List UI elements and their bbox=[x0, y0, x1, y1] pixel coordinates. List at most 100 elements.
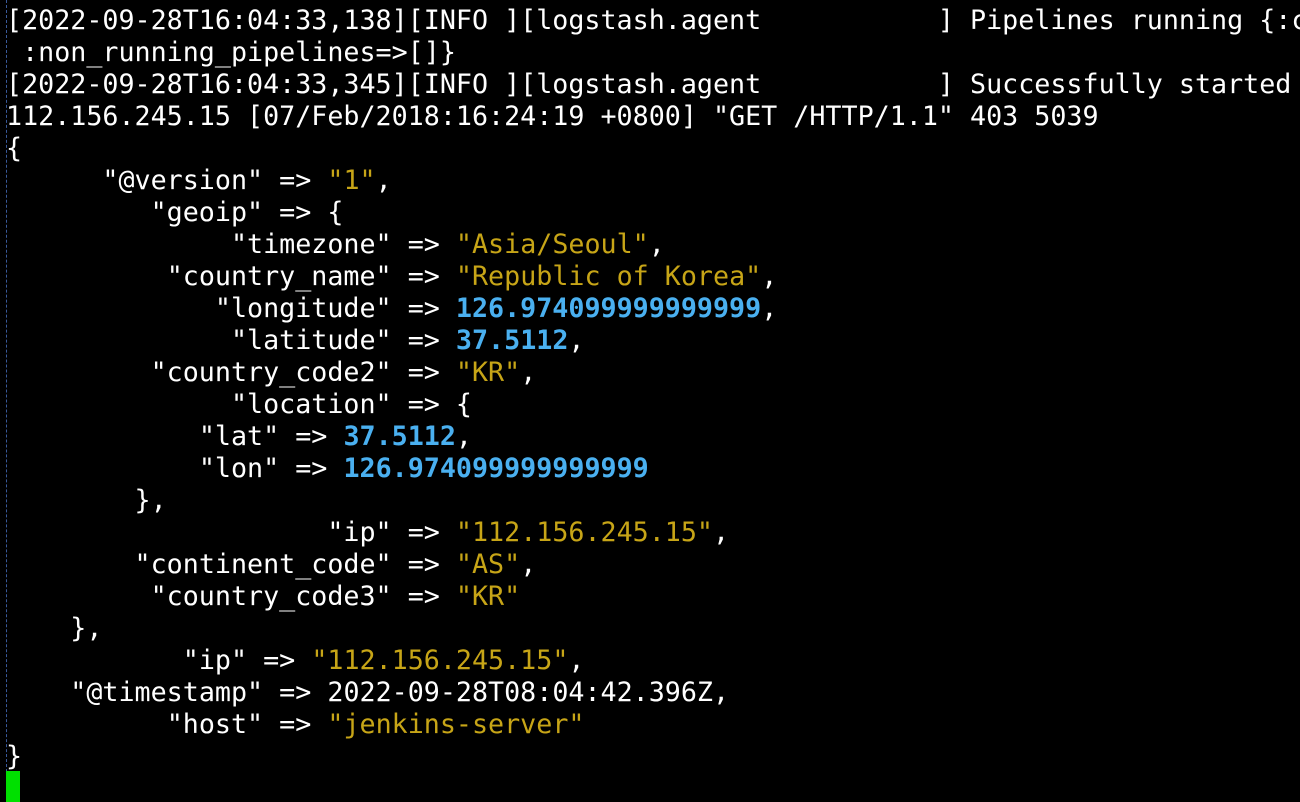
event-field-line: "ip" => "112.156.245.15", bbox=[6, 645, 585, 677]
event-field-line: "@timestamp" => 2022-09-28T08:04:42.396Z… bbox=[6, 677, 729, 709]
field-value: "Asia/Seoul" bbox=[455, 229, 649, 260]
field-key: "location" bbox=[230, 389, 392, 420]
field-key: "longitude" bbox=[214, 293, 392, 324]
terminal-window[interactable]: [2022-09-28T16:04:33,138][INFO ][logstas… bbox=[0, 0, 1300, 802]
event-close-brace: } bbox=[6, 741, 23, 772]
separator: , bbox=[520, 357, 537, 388]
field-key: "ip" bbox=[182, 645, 248, 676]
field-value: "Republic of Korea" bbox=[455, 261, 762, 292]
field-value: "1" bbox=[327, 165, 376, 196]
terminal-cursor bbox=[6, 771, 20, 802]
hash-arrow: => bbox=[391, 293, 456, 324]
closing-brace: }, bbox=[134, 485, 167, 516]
event-field-line: "@version" => "1", bbox=[6, 165, 392, 197]
hash-arrow: => bbox=[263, 165, 328, 196]
hash-arrow: => bbox=[247, 645, 312, 676]
field-value: "KR" bbox=[455, 357, 521, 388]
separator: , bbox=[713, 517, 730, 548]
event-field-line: "ip" => "112.156.245.15", bbox=[6, 517, 729, 549]
event-field-line: "latitude" => 37.5112, bbox=[6, 325, 585, 357]
hash-arrow: => bbox=[391, 229, 456, 260]
field-value: 37.5112 bbox=[343, 421, 456, 452]
field-key: "country_code3" bbox=[150, 581, 392, 612]
event-field-line: "geoip" => { bbox=[6, 197, 344, 229]
field-key: "lat" bbox=[198, 421, 280, 452]
field-value: "KR" bbox=[455, 581, 521, 612]
event-field-line: "continent_code" => "AS", bbox=[6, 549, 537, 581]
event-field-line: }, bbox=[6, 485, 167, 517]
field-value: "AS" bbox=[455, 549, 521, 580]
separator: , bbox=[520, 549, 537, 580]
separator: , bbox=[568, 325, 585, 356]
hash-arrow: => bbox=[391, 549, 456, 580]
event-field-line: "host" => "jenkins-server" bbox=[6, 709, 585, 741]
hash-arrow: => bbox=[391, 581, 456, 612]
hash-arrow: => bbox=[263, 709, 328, 740]
event-field-line: "location" => { bbox=[6, 389, 472, 421]
separator: , bbox=[568, 645, 585, 676]
event-field-line: "country_code2" => "KR", bbox=[6, 357, 537, 389]
field-value: "112.156.245.15" bbox=[455, 517, 713, 548]
separator: , bbox=[761, 293, 778, 324]
event-field-line: "longitude" => 126.974099999999999, bbox=[6, 293, 777, 325]
field-value: "jenkins-server" bbox=[327, 709, 585, 740]
field-key: "host" bbox=[166, 709, 264, 740]
separator: , bbox=[375, 165, 392, 196]
field-value: 2022-09-28T08:04:42.396Z bbox=[327, 677, 713, 708]
field-key: "country_name" bbox=[166, 261, 392, 292]
event-field-line: "lat" => 37.5112, bbox=[6, 421, 472, 453]
hash-arrow: => bbox=[279, 421, 344, 452]
field-key: "ip" bbox=[327, 517, 392, 548]
field-key: "continent_code" bbox=[134, 549, 392, 580]
event-field-line: }, bbox=[6, 613, 102, 645]
separator: , bbox=[455, 421, 472, 452]
log-line-non-running-pipelines: :non_running_pipelines=>[]} bbox=[6, 37, 456, 68]
log-line-access-log: 112.156.245.15 [07/Feb/2018:16:24:19 +08… bbox=[6, 101, 1099, 132]
field-key: "@version" bbox=[102, 165, 264, 196]
hash-arrow: => bbox=[391, 357, 456, 388]
event-open-brace: { bbox=[6, 133, 23, 164]
field-key: "lon" bbox=[198, 453, 280, 484]
hash-arrow: => bbox=[391, 325, 456, 356]
log-line-successfully-started: [2022-09-28T16:04:33,345][INFO ][logstas… bbox=[6, 69, 1292, 100]
hash-arrow: => bbox=[279, 453, 344, 484]
field-key: "geoip" bbox=[150, 197, 264, 228]
field-value: "112.156.245.15" bbox=[311, 645, 569, 676]
event-field-line: "lon" => 126.974099999999999 bbox=[6, 453, 649, 485]
field-value: 37.5112 bbox=[455, 325, 569, 356]
closing-brace: }, bbox=[70, 613, 103, 644]
hash-arrow: => bbox=[263, 197, 328, 228]
field-value: { bbox=[455, 389, 472, 420]
field-value: 126.974099999999999 bbox=[343, 453, 649, 484]
field-key: "timezone" bbox=[230, 229, 392, 260]
hash-arrow: => bbox=[391, 389, 456, 420]
separator: , bbox=[648, 229, 665, 260]
field-key: "country_code2" bbox=[150, 357, 392, 388]
field-key: "latitude" bbox=[230, 325, 392, 356]
event-field-line: "timezone" => "Asia/Seoul", bbox=[6, 229, 665, 261]
separator: , bbox=[761, 261, 778, 292]
event-field-line: "country_name" => "Republic of Korea", bbox=[6, 261, 778, 293]
field-value: { bbox=[327, 197, 344, 228]
separator: , bbox=[713, 677, 730, 708]
field-key: "@timestamp" bbox=[70, 677, 264, 708]
hash-arrow: => bbox=[391, 261, 456, 292]
hash-arrow: => bbox=[391, 517, 456, 548]
event-field-line: "country_code3" => "KR" bbox=[6, 581, 521, 613]
log-line-pipelines-running: [2022-09-28T16:04:33,138][INFO ][logstas… bbox=[6, 5, 1300, 36]
